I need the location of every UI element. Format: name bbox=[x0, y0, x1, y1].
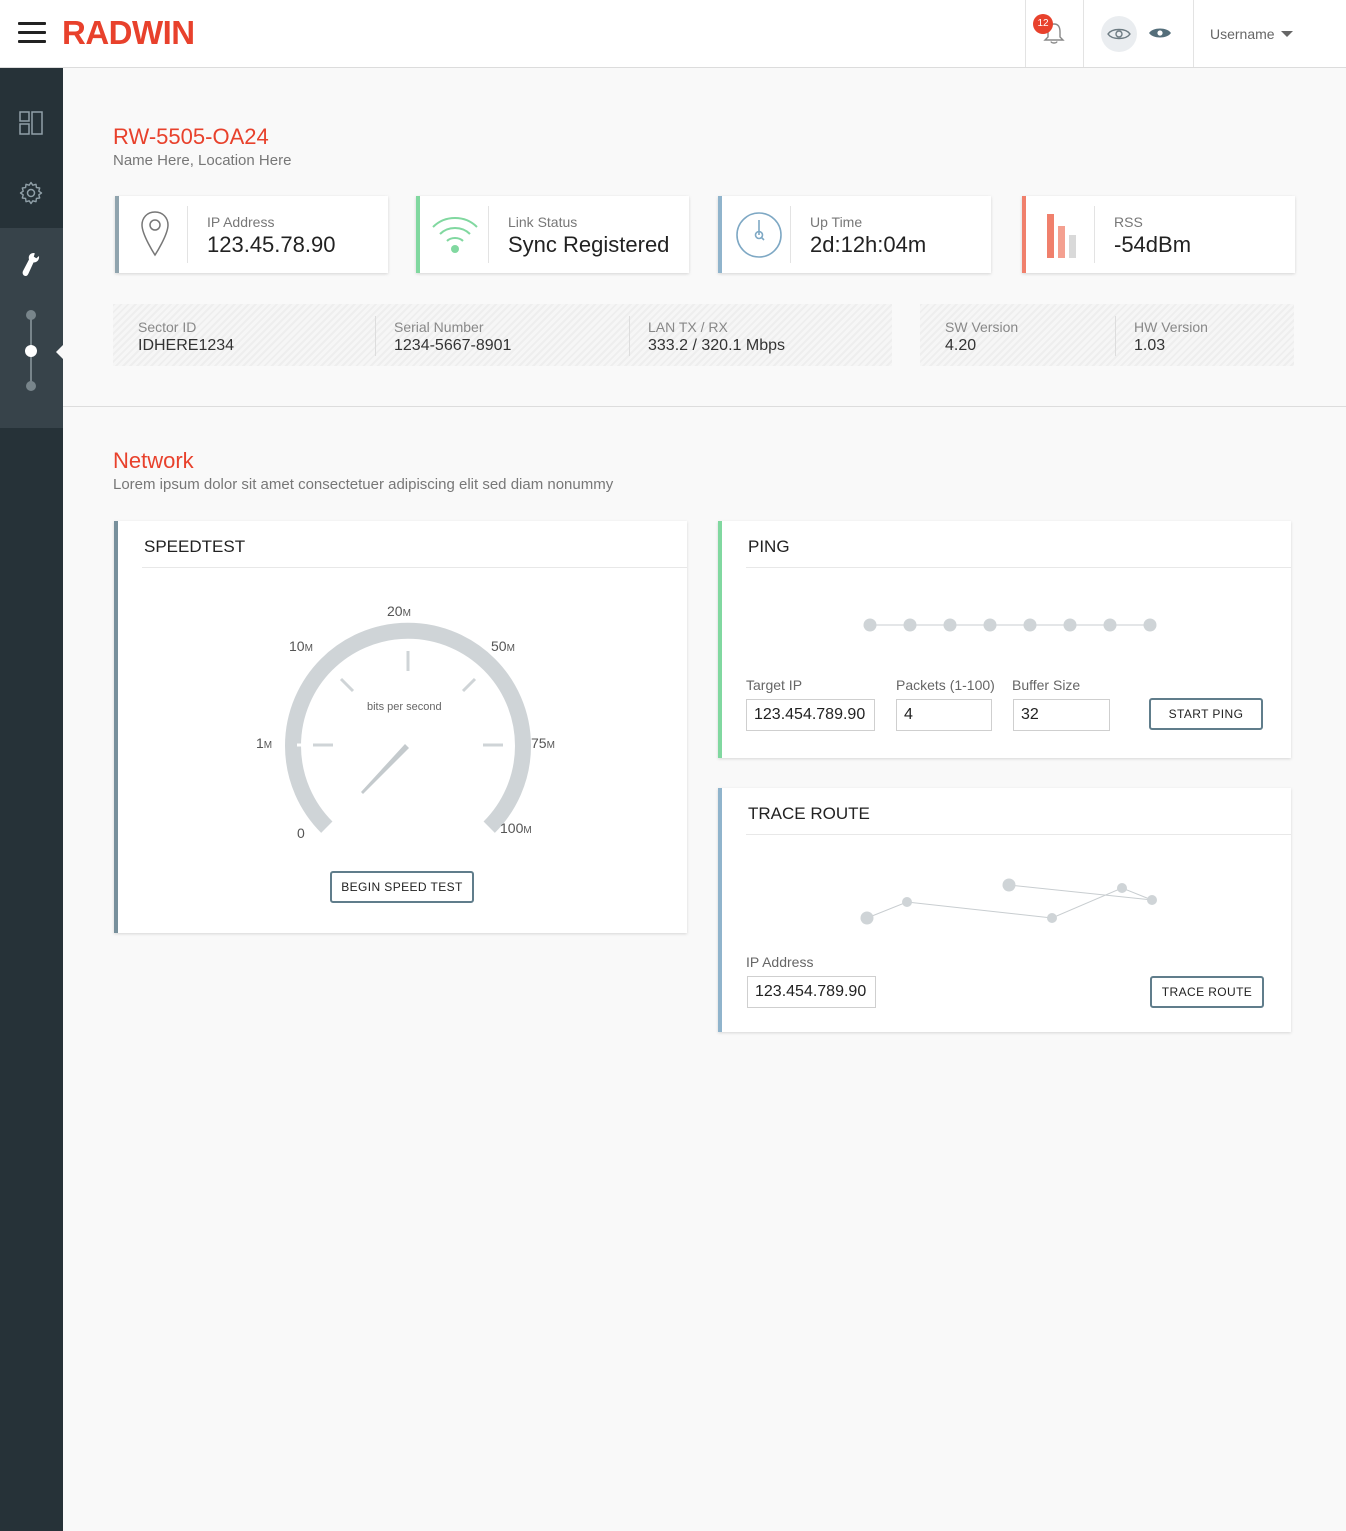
kpi-card-ip: IP Address 123.45.78.90 bbox=[115, 196, 388, 273]
device-title: RW-5505-OA24 bbox=[113, 124, 269, 149]
location-pin-icon bbox=[141, 211, 169, 257]
gear-icon bbox=[19, 181, 43, 205]
gauge-label-75m: 75M bbox=[531, 735, 555, 751]
kpi-card-uptime: Up Time 2d:12h:04m bbox=[718, 196, 991, 273]
target-ip-label: Target IP bbox=[746, 677, 803, 693]
trace-route-button[interactable]: TRACE ROUTE bbox=[1150, 976, 1264, 1008]
kpi-value: 2d:12h:04m bbox=[810, 232, 927, 257]
gauge-label-20m: 20M bbox=[387, 603, 411, 619]
gauge-unit-caption: bits per second bbox=[367, 701, 442, 713]
sidebar-item-settings[interactable] bbox=[0, 158, 63, 228]
sidebar-item-tools[interactable] bbox=[0, 228, 63, 428]
active-pointer bbox=[56, 344, 64, 360]
gauge-label-1m: 1M bbox=[256, 735, 273, 751]
start-ping-button[interactable]: START PING bbox=[1149, 698, 1263, 730]
kpi-card-rss: RSS -54dBm bbox=[1022, 196, 1295, 273]
gauge-label-0: 0 bbox=[297, 825, 305, 841]
sidebar-item-dashboard[interactable] bbox=[0, 88, 63, 158]
info-sw-version: SW Version 4.20 bbox=[945, 319, 1019, 354]
wrench-icon bbox=[22, 253, 40, 276]
device-info-bar: Sector ID IDHERE1234 Serial Number 1234-… bbox=[113, 304, 892, 366]
wifi-icon bbox=[432, 217, 478, 253]
packets-input[interactable] bbox=[896, 699, 992, 731]
eye-outline-icon bbox=[1107, 28, 1131, 40]
section-divider bbox=[63, 406, 1346, 407]
radwin-logo: RADWIN bbox=[62, 14, 195, 51]
section-title: Network bbox=[113, 448, 194, 473]
eye-outline-button[interactable] bbox=[1101, 16, 1137, 52]
view-toggle-group bbox=[1083, 0, 1193, 67]
kpi-value: Sync Registered bbox=[508, 232, 670, 257]
speedtest-card: SPEEDTEST bits per second 0 1M 10M 20M 5… bbox=[114, 521, 687, 933]
version-info-bar: SW Version 4.20 HW Version 1.03 bbox=[920, 304, 1294, 366]
ping-progress-dots bbox=[863, 618, 1157, 632]
top-bar: RADWIN 12 Username bbox=[0, 0, 1346, 68]
hamburger-menu-icon[interactable] bbox=[18, 22, 46, 44]
buffer-size-input[interactable] bbox=[1013, 699, 1110, 731]
trace-route-graph bbox=[860, 878, 1157, 925]
packets-label: Packets (1-100) bbox=[896, 677, 995, 693]
eye-filled-icon[interactable] bbox=[1148, 26, 1172, 40]
kpi-label: IP Address bbox=[207, 214, 275, 230]
clock-icon bbox=[736, 212, 782, 258]
signal-bars-icon bbox=[1047, 214, 1076, 258]
card-title: TRACE ROUTE bbox=[748, 804, 870, 823]
kpi-label: RSS bbox=[1114, 214, 1143, 230]
target-ip-input[interactable] bbox=[746, 699, 875, 731]
dashboard-icon bbox=[19, 111, 43, 135]
info-sector-id: Sector ID IDHERE1234 bbox=[138, 319, 235, 354]
card-title: SPEEDTEST bbox=[144, 537, 246, 556]
kpi-label: Up Time bbox=[810, 214, 863, 230]
kpi-value: -54dBm bbox=[1114, 232, 1192, 257]
step-dot[interactable] bbox=[26, 381, 36, 391]
notification-count-badge: 12 bbox=[1033, 14, 1053, 34]
kpi-value: 123.45.78.90 bbox=[207, 232, 336, 257]
trace-route-card: TRACE ROUTE IP Address TRACE ROUTE bbox=[718, 788, 1291, 1032]
trace-ip-input[interactable] bbox=[747, 976, 876, 1008]
sidebar bbox=[0, 68, 64, 1531]
buffer-size-label: Buffer Size bbox=[1012, 677, 1081, 693]
kpi-card-link-status: Link Status Sync Registered bbox=[416, 196, 689, 273]
kpi-label: Link Status bbox=[508, 214, 578, 230]
chevron-down-icon bbox=[1281, 31, 1293, 37]
gauge-label-10m: 10M bbox=[289, 638, 313, 654]
info-serial-number: Serial Number 1234-5667-8901 bbox=[394, 319, 512, 354]
username-label: Username bbox=[1210, 26, 1275, 42]
gauge-label-50m: 50M bbox=[491, 638, 515, 654]
step-dot-active[interactable] bbox=[25, 345, 37, 357]
gauge-label-100m: 100M bbox=[500, 820, 532, 836]
info-lan-tx-rx: LAN TX / RX 333.2 / 320.1 Mbps bbox=[648, 319, 785, 354]
info-hw-version: HW Version 1.03 bbox=[1134, 319, 1208, 354]
card-title: PING bbox=[748, 537, 790, 556]
step-dot[interactable] bbox=[26, 310, 36, 320]
speed-gauge bbox=[285, 622, 531, 833]
begin-speed-test-button[interactable]: BEGIN SPEED TEST bbox=[330, 871, 474, 903]
section-subtitle: Lorem ipsum dolor sit amet consectetuer … bbox=[113, 476, 614, 493]
ip-address-label: IP Address bbox=[746, 954, 814, 970]
ping-card: PING Target IP Packets (1-100) Buffer Si… bbox=[718, 521, 1291, 758]
device-subtitle: Name Here, Location Here bbox=[113, 152, 292, 169]
user-menu[interactable]: Username bbox=[1193, 0, 1346, 67]
notifications-button[interactable]: 12 bbox=[1025, 0, 1083, 67]
